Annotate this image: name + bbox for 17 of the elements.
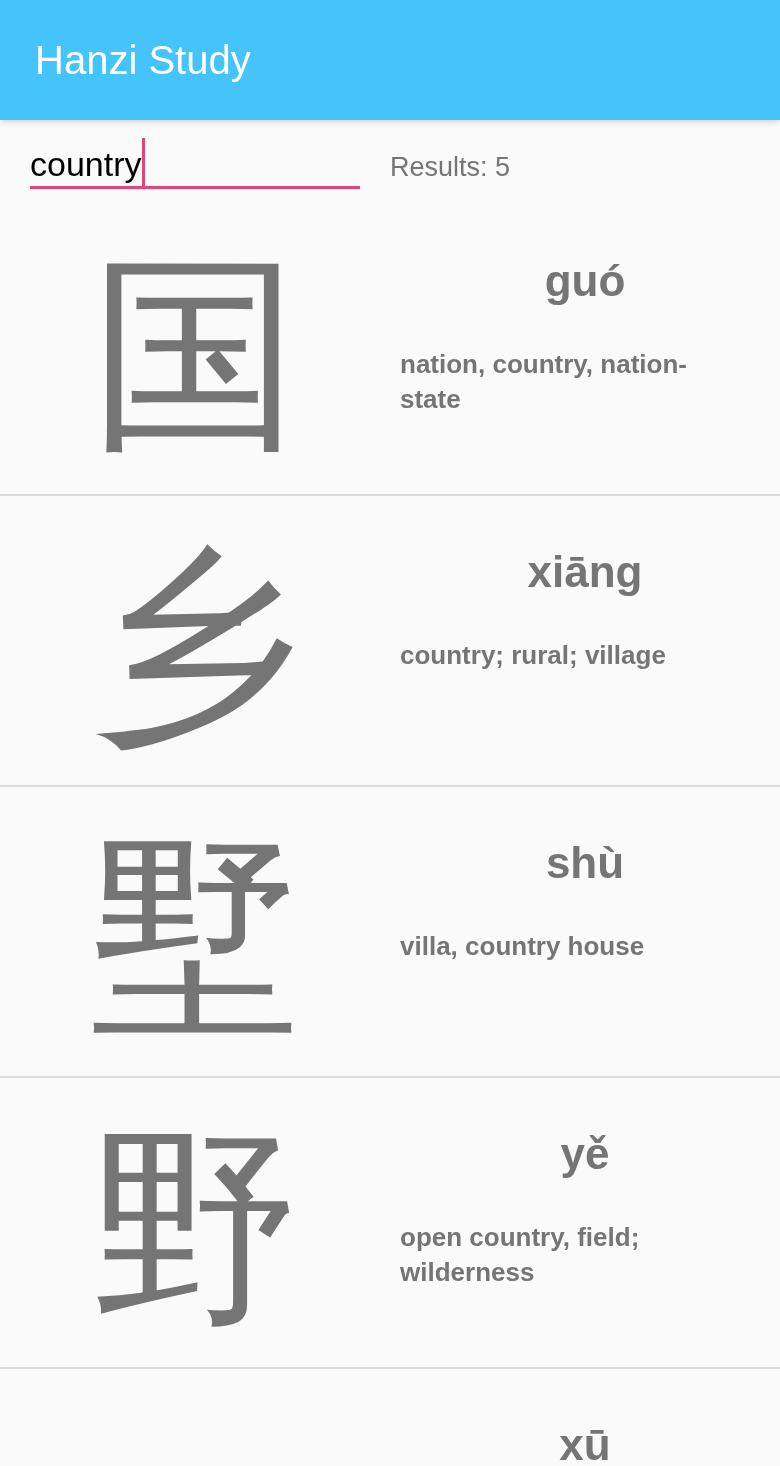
hanzi-character: 墅 xyxy=(90,827,300,1047)
meaning: country; rural; village xyxy=(400,639,667,672)
pinyin: xū xyxy=(559,1419,611,1465)
text-cursor xyxy=(141,137,145,186)
hanzi-character: 野 xyxy=(90,1118,300,1338)
app-title: Hanzi Study xyxy=(35,37,251,84)
hanzi-character: 国 xyxy=(90,245,300,465)
pinyin: yě xyxy=(560,1128,610,1180)
pinyin: guó xyxy=(544,255,626,307)
results-count: Results: 5 xyxy=(390,151,511,185)
pinyin: xiāng xyxy=(527,546,643,598)
search-field[interactable]: country xyxy=(30,136,360,189)
meaning: nation, country, nation-state xyxy=(400,348,688,416)
meaning: open country, field; wilderness xyxy=(400,1221,641,1289)
meaning: villa, country house xyxy=(400,930,646,963)
hanzi-character: 乡 xyxy=(90,536,300,756)
pinyin: shù xyxy=(545,837,625,889)
